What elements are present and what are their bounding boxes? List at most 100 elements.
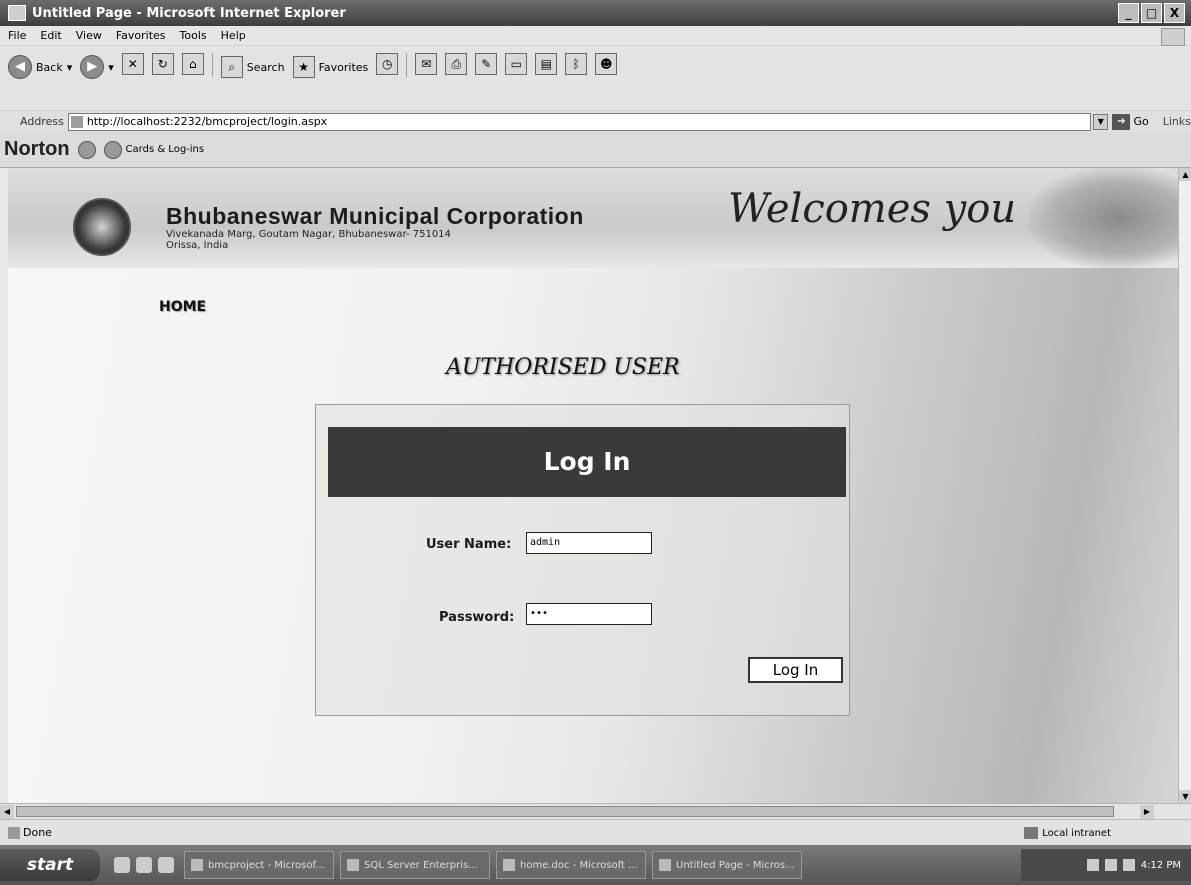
- menu-help[interactable]: Help: [221, 29, 246, 42]
- refresh-icon[interactable]: ↻: [151, 53, 174, 75]
- address-label: Address: [20, 115, 64, 128]
- task-label: bmcproject - Microsof...: [208, 859, 325, 871]
- address-dropdown-icon[interactable]: ▼: [1092, 113, 1109, 130]
- stop-icon[interactable]: ✕: [121, 53, 144, 75]
- forward-arrow-icon: ▶: [80, 55, 105, 79]
- login-panel: Log In User Name: admin Password: ••• Lo…: [315, 404, 850, 716]
- welcome-text: Welcomes you: [728, 186, 1017, 232]
- intranet-icon: [1024, 827, 1039, 839]
- menu-file[interactable]: File: [8, 29, 26, 42]
- scroll-down-icon[interactable]: ▼: [1179, 790, 1191, 803]
- task-bmcproject[interactable]: bmcproject - Microsof...: [184, 851, 334, 879]
- login-button[interactable]: Log In: [748, 657, 843, 683]
- task-label: Untitled Page - Micros...: [676, 859, 795, 871]
- page-done-icon: [8, 826, 20, 839]
- task-label: home.doc - Microsoft ...: [520, 859, 638, 871]
- back-label: Back: [36, 60, 63, 74]
- norton-check-icon[interactable]: [77, 140, 96, 159]
- org-name: Bhubaneswar Municipal Corporation: [166, 203, 584, 229]
- close-button[interactable]: X: [1164, 3, 1185, 23]
- menu-edit[interactable]: Edit: [40, 29, 61, 42]
- cards-logins-button[interactable]: Cards & Log-ins: [103, 140, 204, 159]
- ie-icon: [659, 859, 671, 871]
- favorites-button[interactable]: ★ Favorites: [292, 53, 369, 81]
- history-icon[interactable]: ◷: [376, 53, 399, 75]
- scroll-left-icon[interactable]: ◀: [0, 805, 14, 819]
- mail-icon[interactable]: ✉: [415, 53, 438, 75]
- scroll-thumb[interactable]: [16, 806, 1114, 817]
- scroll-right-icon[interactable]: ▶: [1140, 805, 1154, 819]
- password-input[interactable]: •••: [526, 603, 652, 625]
- menu-view[interactable]: View: [76, 29, 102, 42]
- clock: 4:12 PM: [1140, 859, 1181, 871]
- username-input[interactable]: admin: [526, 532, 652, 554]
- windows-logo-icon: [1161, 28, 1185, 46]
- start-button[interactable]: start: [0, 849, 100, 881]
- go-button[interactable]: ➔ Go: [1112, 113, 1149, 130]
- quicklaunch-desktop-icon[interactable]: [158, 857, 174, 873]
- forward-button[interactable]: ▶ ▾: [80, 53, 114, 81]
- org-address-line1: Vivekanada Marg, Goutam Nagar, Bhubanesw…: [166, 229, 451, 240]
- search-button[interactable]: ⌕ Search: [220, 53, 285, 81]
- zone-label: Local intranet: [1042, 827, 1111, 839]
- links-button[interactable]: Links: [1163, 115, 1191, 128]
- menu-favorites[interactable]: Favorites: [116, 29, 166, 42]
- menu-tools[interactable]: Tools: [180, 29, 207, 42]
- maximize-button[interactable]: □: [1141, 3, 1162, 23]
- volume-icon[interactable]: [1086, 859, 1099, 871]
- window-title-bar: Untitled Page - Microsoft Internet Explo…: [0, 0, 1191, 26]
- quicklaunch-ie-icon[interactable]: [114, 857, 130, 873]
- site-banner: Bhubaneswar Municipal Corporation Viveka…: [8, 168, 1178, 268]
- section-title: AUTHORISED USER: [446, 355, 680, 380]
- favorites-label: Favorites: [318, 60, 369, 74]
- print-icon[interactable]: ⎙: [445, 53, 468, 75]
- task-home-doc[interactable]: home.doc - Microsoft ...: [496, 851, 646, 879]
- back-dropdown-icon[interactable]: ▾: [67, 61, 73, 74]
- back-arrow-icon: ◀: [8, 55, 32, 79]
- username-label: User Name:: [426, 537, 512, 552]
- discuss-icon[interactable]: ▭: [505, 53, 528, 75]
- edit-icon[interactable]: ✎: [475, 53, 498, 75]
- star-icon: ★: [292, 56, 315, 78]
- security-icon[interactable]: [1122, 859, 1135, 871]
- task-untitled-page[interactable]: Untitled Page - Micros...: [652, 851, 802, 879]
- go-label: Go: [1133, 115, 1149, 128]
- minimize-button[interactable]: _: [1118, 3, 1139, 23]
- network-icon[interactable]: [1104, 859, 1117, 871]
- system-tray: 4:12 PM: [1021, 849, 1191, 881]
- login-header: Log In: [328, 427, 846, 497]
- password-label: Password:: [439, 610, 515, 625]
- status-text: Done: [23, 826, 52, 839]
- norton-brand[interactable]: Norton: [4, 138, 70, 161]
- window-controls: _ □ X: [1118, 3, 1185, 23]
- tree-decoration: [1028, 168, 1178, 268]
- status-bar: Done Local intranet: [0, 819, 1191, 845]
- task-label: SQL Server Enterpris...: [364, 859, 478, 871]
- horizontal-scrollbar[interactable]: ◀ ▶: [0, 803, 1191, 819]
- forward-dropdown-icon[interactable]: ▾: [108, 61, 114, 74]
- task-sql-server[interactable]: SQL Server Enterpris...: [340, 851, 490, 879]
- back-button[interactable]: ◀ Back ▾: [8, 53, 72, 81]
- org-address: Vivekanada Marg, Goutam Nagar, Bhubanesw…: [166, 229, 451, 251]
- standard-toolbar: ◀ Back ▾ ▶ ▾ ✕ ↻ ⌂ ⌕ Search ★ Favorites …: [0, 47, 1191, 109]
- go-arrow-icon: ➔: [1112, 113, 1131, 130]
- home-link[interactable]: HOME: [159, 299, 206, 315]
- address-input[interactable]: http://localhost:2232/bmcproject/login.a…: [67, 112, 1091, 131]
- ie-icon: [8, 5, 26, 21]
- quicklaunch-media-icon[interactable]: [136, 857, 152, 873]
- address-url: http://localhost:2232/bmcproject/login.a…: [86, 115, 328, 128]
- page-icon: [70, 115, 83, 128]
- norton-toolbar: Norton Cards & Log-ins: [0, 132, 1191, 168]
- home-icon[interactable]: ⌂: [181, 53, 204, 75]
- sql-icon: [347, 859, 359, 871]
- search-label: Search: [246, 60, 285, 74]
- vertical-scrollbar[interactable]: ▲ ▼: [1178, 168, 1191, 803]
- bluetooth-icon[interactable]: ᛒ: [565, 53, 588, 75]
- cards-icon: [103, 140, 122, 159]
- research-icon[interactable]: ▤: [535, 53, 558, 75]
- vs-icon: [191, 859, 203, 871]
- page-viewport: Bhubaneswar Municipal Corporation Viveka…: [8, 168, 1178, 803]
- menu-bar: File Edit View Favorites Tools Help: [0, 26, 1191, 46]
- scroll-up-icon[interactable]: ▲: [1179, 168, 1191, 181]
- messenger-icon[interactable]: ☻: [595, 53, 618, 75]
